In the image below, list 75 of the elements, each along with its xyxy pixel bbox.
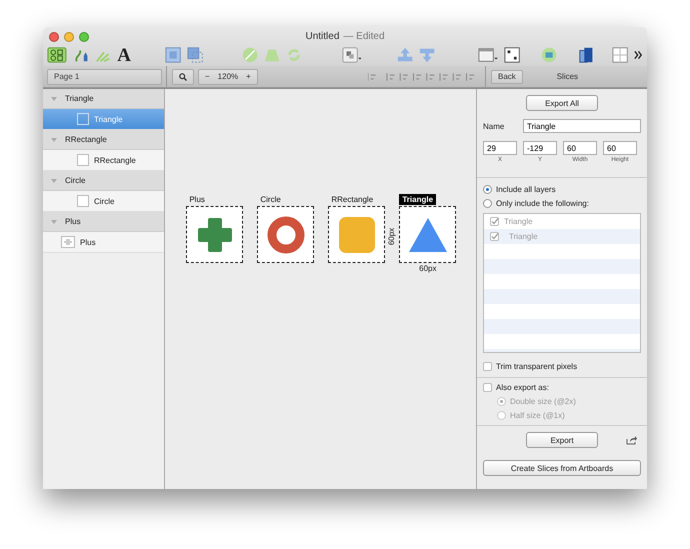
layer-thumbnail-icon [77, 113, 89, 125]
export-button[interactable]: Export [526, 432, 598, 448]
grid-icon[interactable] [504, 46, 520, 64]
slice-label: Circle [259, 194, 282, 205]
shapes-icon[interactable] [47, 46, 67, 64]
layer-row[interactable]: Circle [43, 191, 164, 212]
checkbox[interactable] [490, 232, 499, 241]
arrange-icon[interactable] [342, 46, 362, 64]
layer-row[interactable]: Plus [43, 232, 164, 253]
group-thumbnail-icon [61, 236, 75, 248]
dimension-field[interactable]: 60 [603, 141, 637, 155]
zoom-in-button[interactable]: + [246, 72, 251, 81]
slice-label: RRectangle [330, 194, 374, 205]
option-label: Trim transparent pixels [496, 362, 578, 371]
layer-group-row[interactable]: Plus [43, 212, 164, 232]
radio-button[interactable] [483, 185, 492, 194]
list-item-label: Triangle [508, 232, 538, 241]
layer-group-row[interactable]: RRectangle [43, 130, 164, 150]
ungroup-icon[interactable] [186, 46, 203, 64]
width-dimension: 60px [419, 264, 437, 273]
layer-thumbnail-icon [77, 195, 89, 207]
slice-label: Plus [188, 194, 206, 205]
devices-icon[interactable] [578, 46, 594, 64]
name-label: Name [483, 122, 506, 130]
checkbox[interactable] [490, 217, 499, 226]
zoom-out-button[interactable]: − [205, 72, 210, 81]
group-icon[interactable] [164, 46, 181, 64]
ring-shape [266, 216, 305, 254]
panels-icon[interactable] [612, 46, 628, 64]
zoom-level: 120% [218, 72, 238, 81]
rounded-square-shape [338, 216, 376, 254]
edited-status: — Edited [343, 31, 385, 42]
list-item-label: Triangle [504, 217, 533, 226]
move-backward-icon[interactable] [419, 46, 436, 64]
back-button[interactable]: Back [491, 70, 523, 84]
checkbox[interactable] [483, 383, 492, 392]
dimension-field[interactable]: 60 [563, 141, 597, 155]
layer-row[interactable]: RRectangle [43, 150, 164, 171]
plus-shape [196, 216, 234, 254]
move-forward-icon[interactable] [396, 46, 414, 64]
triangle-shape [408, 218, 447, 252]
create-slices-button[interactable]: Create Slices from Artboards [483, 460, 641, 476]
page-selector[interactable]: Page 1 [47, 68, 162, 84]
search-button[interactable] [172, 68, 194, 84]
name-field[interactable]: Triangle [523, 119, 641, 133]
option-label: Double size (@2x) [510, 397, 576, 406]
search-icon [179, 72, 187, 80]
zoom-button[interactable] [79, 32, 89, 42]
option-label: Include all layers [496, 185, 556, 194]
slice-frame[interactable] [399, 206, 456, 263]
close-button[interactable] [49, 32, 59, 42]
layer-group-row[interactable]: Triangle [43, 89, 164, 109]
share-icon[interactable] [626, 436, 637, 444]
panel-title: Slices [556, 72, 580, 81]
export-all-button[interactable]: Export All [526, 95, 598, 111]
window-layout-icon[interactable] [478, 46, 498, 64]
radio-button[interactable] [483, 199, 492, 208]
slice-label: Triangle [399, 194, 436, 205]
minimize-button[interactable] [64, 32, 74, 42]
slice-frame[interactable] [257, 206, 314, 263]
checkbox[interactable] [483, 362, 492, 371]
preview-icon[interactable] [540, 46, 558, 64]
height-dimension: 60px [388, 228, 397, 246]
option-label: Half size (@1x) [510, 411, 565, 420]
text-tool[interactable]: A [117, 46, 131, 64]
union-icon[interactable] [242, 46, 258, 64]
dimension-field[interactable]: -129 [523, 141, 557, 155]
window-title: Untitled [305, 31, 340, 42]
layer-group-row[interactable]: Circle [43, 171, 164, 191]
dimension-field[interactable]: 29 [483, 141, 517, 155]
option-label: Also export as: [496, 383, 549, 392]
layer-thumbnail-icon [77, 154, 89, 166]
option-label: Only include the following: [496, 199, 589, 208]
slice-frame[interactable] [328, 206, 386, 263]
slice-frame[interactable] [186, 206, 244, 263]
